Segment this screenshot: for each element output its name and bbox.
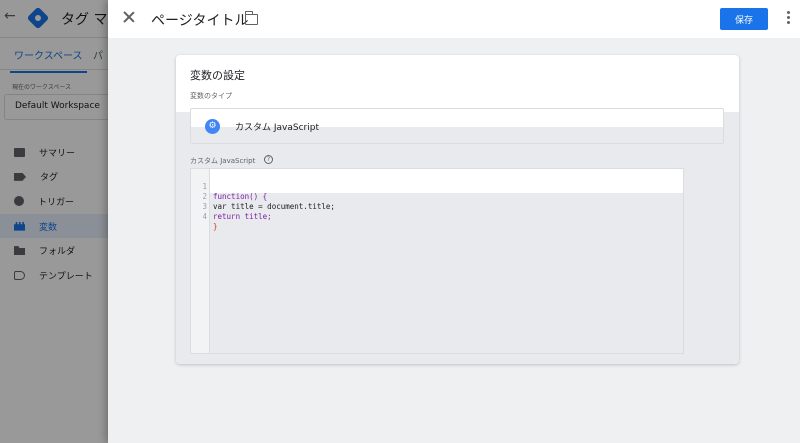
code-line: 3 return title;: [191, 192, 683, 221]
code-editor[interactable]: 1 function() { 2 var title = document.ti…: [190, 168, 684, 354]
save-button[interactable]: 保存: [720, 8, 768, 30]
code-text: }: [213, 222, 218, 231]
page-title[interactable]: ページタイトル: [151, 10, 248, 30]
card-title: 変数の設定: [190, 69, 245, 82]
variable-config-card: 変数の設定 変数のタイプ カスタム JavaScript カスタム JavaSc…: [176, 55, 739, 364]
variable-type-selector[interactable]: カスタム JavaScript: [190, 108, 724, 144]
close-icon[interactable]: [122, 10, 136, 24]
variable-type-name: カスタム JavaScript: [235, 123, 319, 133]
line-number: 4: [202, 212, 207, 221]
variable-editor-panel: ページタイトル 保存 変数の設定 変数のタイプ カスタム JavaScript …: [108, 0, 800, 443]
gear-icon: [205, 119, 220, 134]
code-line: 4 }: [191, 202, 683, 231]
code-line: 2 var title = document.title;: [191, 182, 683, 211]
folder-icon[interactable]: [244, 11, 258, 25]
more-vert-icon[interactable]: [786, 11, 790, 27]
modal-scrim[interactable]: [0, 0, 108, 443]
variable-type-label: 変数のタイプ: [190, 92, 232, 100]
panel-header: ページタイトル 保存: [108, 0, 800, 38]
code-line: 1 function() {: [191, 172, 683, 201]
custom-js-label: カスタム JavaScript: [190, 157, 256, 165]
help-icon[interactable]: ?: [264, 155, 273, 164]
